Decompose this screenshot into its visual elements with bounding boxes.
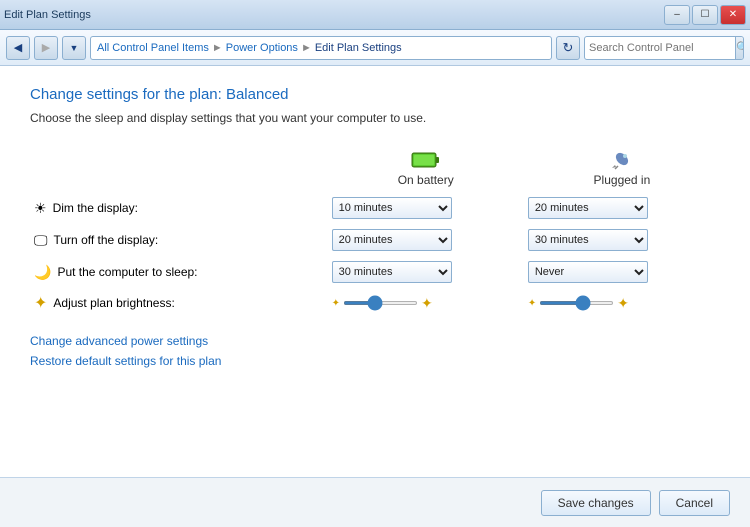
turn-off-display-label: Turn off the display: — [54, 233, 159, 247]
close-button[interactable]: ✕ — [720, 5, 746, 25]
main-content: Change settings for the plan: Balanced C… — [0, 66, 750, 467]
dim-display-battery-cell: 1 minute2 minutes3 minutes5 minutes10 mi… — [328, 192, 524, 224]
brightness-label: Adjust plan brightness: — [53, 296, 174, 310]
plugged-column-header: Plugged in — [524, 145, 720, 192]
battery-icon — [411, 150, 441, 170]
sleep-label: Put the computer to sleep: — [57, 265, 197, 279]
sleep-label-cell: 🌙 Put the computer to sleep: — [30, 256, 328, 288]
sleep-battery-select[interactable]: 1 minute2 minutes3 minutes5 minutes10 mi… — [332, 261, 452, 283]
title-controls: – ☐ ✕ — [664, 5, 746, 25]
breadcrumb-item-3: Edit Plan Settings — [315, 42, 402, 54]
cancel-button[interactable]: Cancel — [659, 490, 730, 516]
dim-display-label: Dim the display: — [53, 201, 138, 215]
advanced-settings-link[interactable]: Change advanced power settings — [30, 334, 720, 348]
page-title: Change settings for the plan: Balanced — [30, 86, 720, 103]
battery-column-label: On battery — [398, 173, 454, 187]
search-input[interactable] — [585, 42, 735, 54]
back-button[interactable]: ◀ — [6, 36, 30, 60]
breadcrumb: All Control Panel Items ► Power Options … — [90, 36, 552, 60]
address-bar: ◀ ▶ ▼ All Control Panel Items ► Power Op… — [0, 30, 750, 66]
title-bar: Edit Plan Settings – ☐ ✕ — [0, 0, 750, 30]
settings-table: On battery Plugged in — [30, 145, 720, 318]
brightness-label-cell: ✦ Adjust plan brightness: — [30, 288, 328, 318]
plugged-column-label: Plugged in — [594, 173, 651, 187]
sleep-icon: 🌙 — [34, 264, 51, 281]
brightness-battery-cell: ✦ ✦ — [328, 288, 524, 318]
forward-button[interactable]: ▶ — [34, 36, 58, 60]
battery-column-header: On battery — [328, 145, 524, 192]
sleep-plugged-select[interactable]: 1 minute2 minutes3 minutes5 minutes10 mi… — [528, 261, 648, 283]
sun-large-icon-plugged: ✦ — [617, 295, 629, 312]
setting-row-sleep: 🌙 Put the computer to sleep: 1 minute2 m… — [30, 256, 720, 288]
brightness-row: ✦ Adjust plan brightness: ✦ ✦ ✦ ✦ — [30, 288, 720, 318]
save-button[interactable]: Save changes — [541, 490, 651, 516]
breadcrumb-item-2[interactable]: Power Options — [226, 42, 298, 54]
setting-row-turn-off-display: 🖵 Turn off the display: 1 minute2 minute… — [30, 224, 720, 256]
dim-display-plugged-cell: 1 minute2 minutes3 minutes5 minutes10 mi… — [524, 192, 720, 224]
brightness-battery-slider[interactable] — [343, 301, 418, 305]
minimize-button[interactable]: – — [664, 5, 690, 25]
search-container: 🔍 — [584, 36, 744, 60]
brightness-plugged-cell: ✦ ✦ — [524, 288, 720, 318]
dim-display-battery-select[interactable]: 1 minute2 minutes3 minutes5 minutes10 mi… — [332, 197, 452, 219]
sun-small-icon-plugged: ✦ — [528, 298, 536, 309]
turn-off-display-icon: 🖵 — [34, 232, 48, 249]
turn-off-display-plugged-cell: 1 minute2 minutes3 minutes5 minutes10 mi… — [524, 224, 720, 256]
column-headers: On battery Plugged in — [30, 145, 720, 192]
breadcrumb-item-1[interactable]: All Control Panel Items — [97, 42, 209, 54]
turn-off-display-plugged-select[interactable]: 1 minute2 minutes3 minutes5 minutes10 mi… — [528, 229, 648, 251]
sleep-plugged-cell: 1 minute2 minutes3 minutes5 minutes10 mi… — [524, 256, 720, 288]
dim-display-icon: ☀ — [34, 200, 47, 217]
maximize-button[interactable]: ☐ — [692, 5, 718, 25]
sleep-battery-cell: 1 minute2 minutes3 minutes5 minutes10 mi… — [328, 256, 524, 288]
sun-small-icon-battery: ✦ — [332, 298, 340, 309]
footer: Save changes Cancel — [0, 477, 750, 527]
dropdown-button[interactable]: ▼ — [62, 36, 86, 60]
plugged-icon — [608, 150, 636, 170]
turn-off-display-battery-select[interactable]: 1 minute2 minutes3 minutes5 minutes10 mi… — [332, 229, 452, 251]
brightness-icon: ✦ — [34, 293, 47, 313]
restore-defaults-link[interactable]: Restore default settings for this plan — [30, 354, 720, 368]
page-subtitle: Choose the sleep and display settings th… — [30, 111, 720, 125]
turn-off-display-label-cell: 🖵 Turn off the display: — [30, 224, 328, 256]
search-icon: 🔍 — [736, 41, 744, 54]
dim-display-plugged-select[interactable]: 1 minute2 minutes3 minutes5 minutes10 mi… — [528, 197, 648, 219]
dim-display-label-cell: ☀ Dim the display: — [30, 192, 328, 224]
turn-off-display-battery-cell: 1 minute2 minutes3 minutes5 minutes10 mi… — [328, 224, 524, 256]
setting-row-dim-display: ☀ Dim the display: 1 minute2 minutes3 mi… — [30, 192, 720, 224]
title-bar-title: Edit Plan Settings — [4, 9, 91, 21]
links-section: Change advanced power settings Restore d… — [30, 318, 720, 382]
refresh-button[interactable]: ↻ — [556, 36, 580, 60]
sun-large-icon-battery: ✦ — [421, 295, 433, 312]
search-button[interactable]: 🔍 — [735, 37, 744, 59]
brightness-plugged-slider[interactable] — [539, 301, 614, 305]
title-bar-left: Edit Plan Settings — [4, 9, 91, 21]
